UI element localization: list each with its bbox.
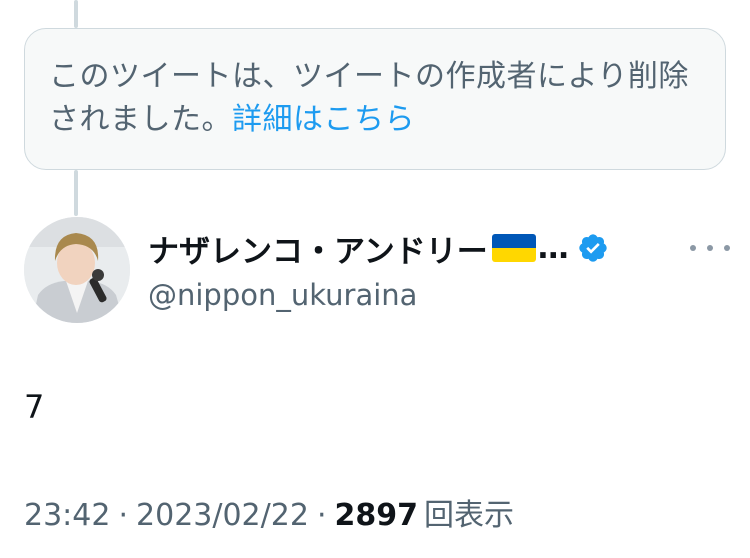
meta-separator: · [316,498,327,533]
tweet-time[interactable]: 23:42 [24,498,110,533]
tweet-metadata: 23:42 · 2023/02/22 · 2897 回表示 [24,490,514,534]
name-truncation-ellipsis: … [537,230,569,266]
thread-connector [74,170,78,216]
ukraine-flag-icon [491,234,536,262]
meta-separator: · [118,498,129,533]
author-name-row: ナザレンコ・アンドリー … [148,224,708,272]
author-handle[interactable]: @nippon_ukuraina [148,278,708,312]
thread-connector-top [74,0,78,28]
avatar-photo [24,217,130,323]
deleted-tweet-notice: このツイートは、ツイートの作成者により削除されました。詳細はこちら [24,28,726,170]
author-display-name[interactable]: ナザレンコ・アンドリー [148,226,488,271]
tweet-date[interactable]: 2023/02/22 [136,498,309,533]
more-options-icon[interactable] [690,234,730,262]
learn-more-link[interactable]: 詳細はこちら [232,102,415,137]
verified-badge-icon[interactable] [577,232,609,264]
tweet-text: 7 [24,388,45,426]
view-count-label: 回表示 [423,498,514,533]
tweet-author: ナザレンコ・アンドリー … @nippon_ukuraina [148,224,708,312]
avatar[interactable] [24,217,130,323]
deleted-notice-text: このツイートは、ツイートの作成者により削除されました。詳細はこちら [49,55,701,141]
view-count[interactable]: 2897 [334,498,418,533]
